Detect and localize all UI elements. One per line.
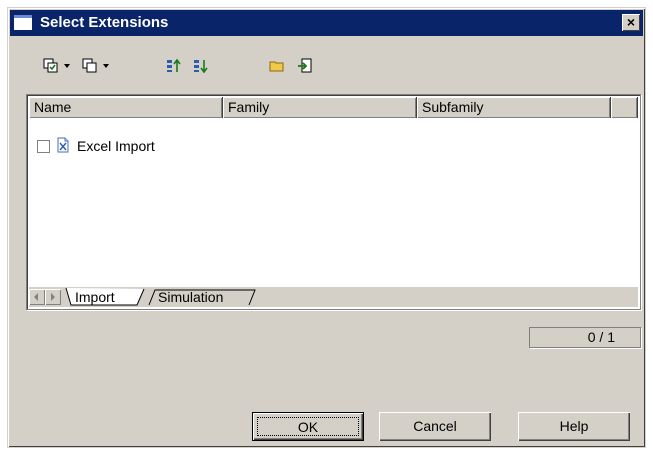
- deselect-all-icon: [82, 58, 98, 74]
- import-button[interactable]: [297, 56, 313, 76]
- column-header-subfamily[interactable]: Subfamily: [417, 97, 611, 118]
- list-item-checkbox[interactable]: [37, 139, 50, 153]
- ok-button[interactable]: OK: [252, 412, 364, 441]
- move-down-icon: [193, 58, 209, 74]
- select-all-dropdown[interactable]: [43, 56, 70, 76]
- move-up-icon: [166, 58, 182, 74]
- tab-strip: Import Simulation: [29, 287, 638, 307]
- arrow-right-icon: [51, 293, 55, 301]
- cancel-button-label: Cancel: [413, 418, 457, 434]
- extensions-list[interactable]: Name Family Subfamily Excel Import Impor…: [26, 94, 641, 310]
- list-header: Name Family Subfamily: [29, 97, 638, 118]
- tab-simulation[interactable]: Simulation: [158, 289, 223, 305]
- selection-counter: 0 / 1: [529, 327, 641, 348]
- column-header-filler: [611, 97, 638, 118]
- browse-folder-button[interactable]: [269, 56, 285, 76]
- excel-import-icon: [55, 137, 71, 156]
- move-up-button[interactable]: [166, 56, 182, 76]
- select-all-icon: [43, 58, 59, 74]
- move-down-button[interactable]: [193, 56, 209, 76]
- select-extensions-dialog: Select Extensions × Name Family Subfamil…: [7, 7, 646, 448]
- column-header-name[interactable]: Name: [29, 97, 223, 118]
- help-button-label: Help: [559, 418, 589, 434]
- list-item-name: Excel Import: [77, 138, 155, 154]
- arrow-left-icon: [34, 293, 38, 301]
- window-icon: [14, 15, 32, 30]
- window-title: Select Extensions: [40, 14, 169, 31]
- help-button[interactable]: Help: [518, 412, 630, 441]
- deselect-all-dropdown[interactable]: [82, 56, 109, 76]
- chevron-down-icon: [103, 64, 109, 68]
- tab-scroll-left-button[interactable]: [29, 289, 45, 305]
- title-bar[interactable]: Select Extensions ×: [10, 10, 643, 36]
- column-header-family[interactable]: Family: [223, 97, 417, 118]
- tab-import[interactable]: Import: [75, 289, 115, 305]
- focus-ring: [257, 417, 359, 436]
- list-item[interactable]: Excel Import: [37, 136, 155, 156]
- folder-icon: [269, 58, 285, 74]
- chevron-down-icon: [64, 64, 70, 68]
- tab-scroll-right-button[interactable]: [45, 289, 61, 305]
- close-button[interactable]: ×: [622, 14, 640, 31]
- cancel-button[interactable]: Cancel: [379, 412, 491, 441]
- import-icon: [297, 58, 313, 74]
